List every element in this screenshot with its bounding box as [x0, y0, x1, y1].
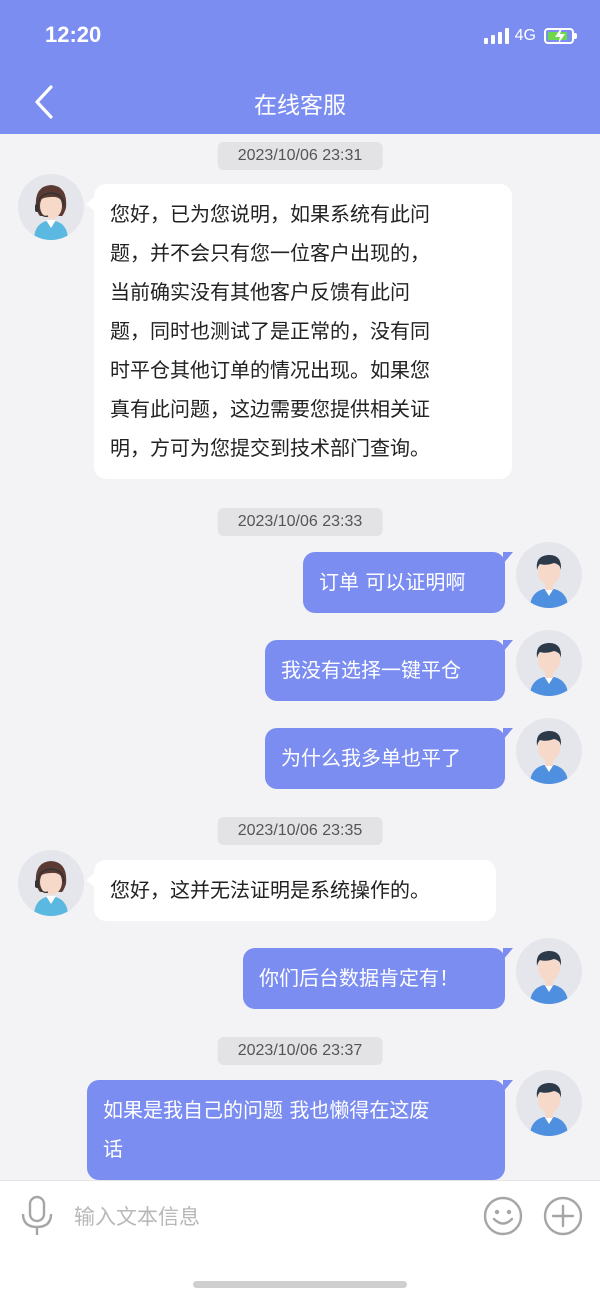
chat-messages[interactable]: 2023/10/06 23:31 您好，已为您说明，如果系统有此问 题，并不会只…: [0, 134, 600, 1180]
message-line: 当前确实没有其他客户反馈有此问: [110, 280, 410, 304]
status-icons: 4G: [483, 25, 577, 47]
message-timestamp: 2023/10/06 23:35: [217, 817, 383, 845]
voice-button[interactable]: [18, 1195, 56, 1237]
message-line: 话: [103, 1137, 123, 1161]
user-avatar[interactable]: [516, 938, 582, 1004]
battery-icon: [544, 28, 577, 44]
agent-message: 您好，已为您说明，如果系统有此问 题，并不会只有您一位客户出现的， 当前确实没有…: [86, 184, 512, 479]
user-message: 如果是我自己的问题 我也懒得在这废 话: [87, 1080, 513, 1180]
message-input[interactable]: [74, 1199, 464, 1235]
user-avatar-icon: [530, 554, 568, 608]
input-bar: [0, 1180, 600, 1299]
user-avatar-icon: [530, 730, 568, 784]
signal-icon: [483, 28, 509, 44]
message-line: 题，并不会只有您一位客户出现的，: [110, 241, 430, 265]
user-message: 你们后台数据肯定有！: [243, 948, 513, 1009]
message-line: 时平仓其他订单的情况出现。如果您: [110, 358, 430, 382]
agent-message: 您好，这并无法证明是系统操作的。: [86, 860, 496, 921]
network-type: 4G: [514, 27, 536, 44]
message-line: 为什么我多单也平了: [281, 746, 461, 770]
agent-avatar-icon: [34, 861, 68, 916]
user-avatar[interactable]: [516, 718, 582, 784]
more-button[interactable]: [542, 1195, 584, 1237]
user-message: 为什么我多单也平了: [265, 728, 513, 789]
message-line: 如果是我自己的问题 我也懒得在这废: [103, 1098, 430, 1122]
user-message: 我没有选择一键平仓: [265, 640, 513, 701]
plus-circle-icon: [543, 1196, 583, 1236]
status-bar: 12:20 4G: [0, 0, 600, 70]
message-line: 您好，这并无法证明是系统操作的。: [110, 878, 430, 902]
user-avatar[interactable]: [516, 630, 582, 696]
microphone-icon: [21, 1195, 53, 1235]
user-avatar[interactable]: [516, 542, 582, 608]
agent-avatar[interactable]: [18, 174, 84, 240]
user-avatar-icon: [530, 1082, 568, 1136]
message-line: 你们后台数据肯定有！: [259, 966, 459, 990]
user-avatar-icon: [530, 950, 568, 1004]
home-indicator: [193, 1281, 407, 1288]
message-timestamp: 2023/10/06 23:37: [217, 1037, 383, 1065]
agent-avatar[interactable]: [18, 850, 84, 916]
status-time: 12:20: [45, 22, 102, 47]
message-line: 真有此问题，这边需要您提供相关证: [110, 397, 430, 421]
message-line: 明，方可为您提交到技术部门查询。: [110, 436, 430, 460]
message-line: 订单 可以证明啊: [319, 570, 466, 594]
header: 12:20 4G 在线客服: [0, 0, 600, 134]
emoji-icon: [483, 1196, 523, 1236]
agent-avatar-icon: [34, 185, 68, 240]
message-line: 我没有选择一键平仓: [281, 658, 461, 682]
emoji-button[interactable]: [482, 1195, 524, 1237]
message-timestamp: 2023/10/06 23:33: [217, 508, 383, 536]
message-line: 题，同时也测试了是正常的，没有同: [110, 319, 430, 343]
message-line: 您好，已为您说明，如果系统有此问: [110, 202, 430, 226]
user-avatar[interactable]: [516, 1070, 582, 1136]
user-message: 订单 可以证明啊: [303, 552, 513, 613]
charging-bolt-icon: [555, 28, 565, 44]
user-avatar-icon: [530, 642, 568, 696]
page-title: 在线客服: [254, 93, 346, 119]
message-timestamp: 2023/10/06 23:31: [217, 142, 383, 170]
